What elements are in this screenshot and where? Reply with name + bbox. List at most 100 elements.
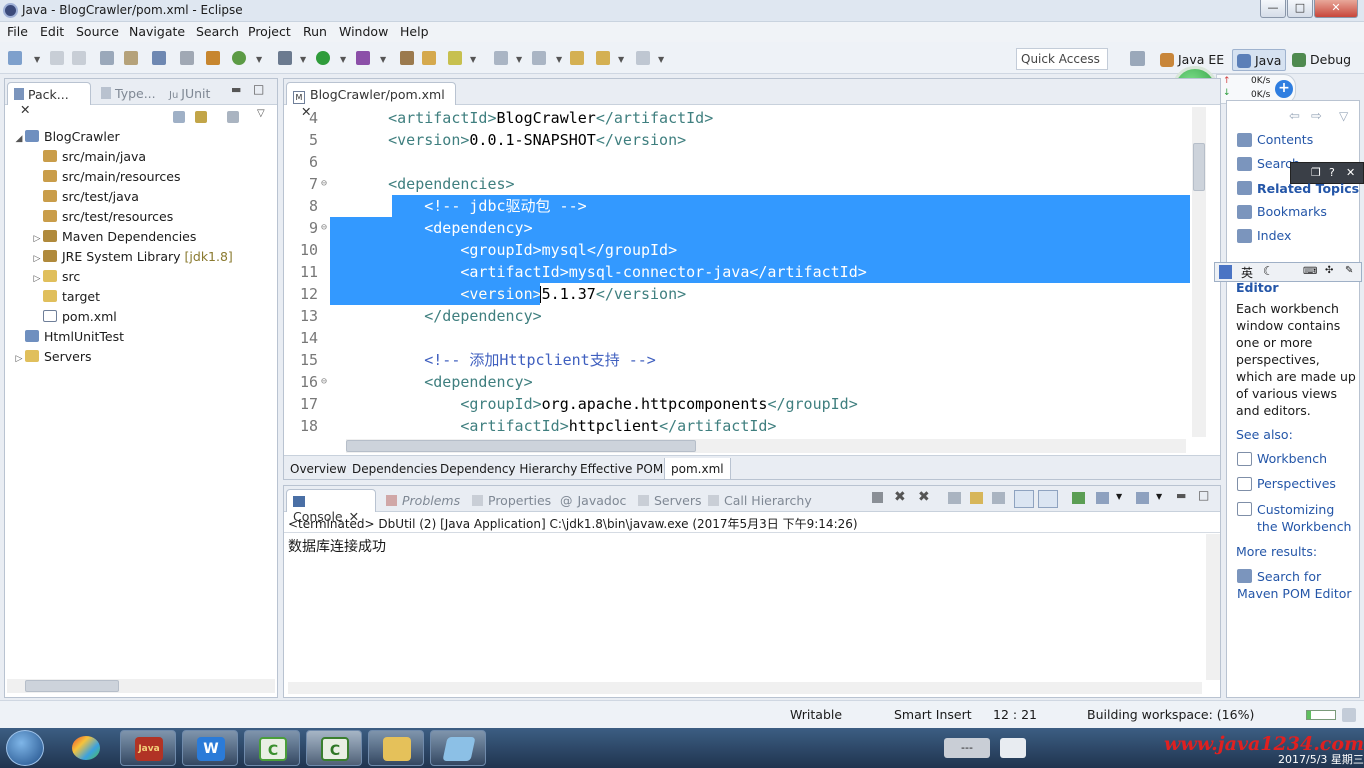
expanded-arrow-icon[interactable]: ◢ — [13, 129, 25, 149]
build-icon[interactable] — [206, 51, 220, 65]
code-line[interactable]: 12 <version>5.1.37</version> <version> — [288, 283, 1192, 305]
collapsed-arrow-icon[interactable]: ▷ — [31, 249, 43, 269]
chevron-down-icon[interactable]: ▼ — [618, 55, 624, 64]
quick-access-input[interactable]: Quick Access — [1016, 48, 1108, 70]
code-line[interactable]: 10 <groupId>mysql</groupId> — [288, 239, 1192, 261]
back-arrow-icon[interactable]: ⇦ — [1289, 109, 1300, 124]
taskbar-item-notes[interactable] — [430, 730, 486, 766]
save-all-icon[interactable] — [72, 51, 86, 65]
settings-icon[interactable]: ✣ — [1325, 265, 1333, 276]
console-output[interactable]: 数据库连接成功 — [288, 536, 386, 556]
help-link-bookmarks[interactable]: Bookmarks — [1257, 204, 1327, 219]
help-link-customizing-workbench[interactable]: Customizing the Workbench — [1257, 501, 1355, 535]
tab-javadoc[interactable]: @ Javadoc — [554, 489, 632, 512]
open-perspective-icon[interactable] — [1130, 51, 1145, 66]
plus-icon[interactable]: + — [1275, 80, 1293, 98]
chevron-down-icon[interactable]: ▼ — [340, 55, 346, 64]
ime-language[interactable]: 英 — [1241, 264, 1253, 281]
help-link-workbench[interactable]: Workbench — [1257, 451, 1327, 466]
scroll-lock-icon[interactable] — [970, 492, 983, 504]
close-button[interactable]: ✕ — [1314, 0, 1358, 18]
chevron-down-icon[interactable]: ▼ — [300, 55, 306, 64]
show-on-stderr-icon[interactable] — [1038, 490, 1058, 508]
menu-navigate[interactable]: Navigate — [129, 24, 185, 39]
scrollbar-thumb[interactable] — [1193, 143, 1205, 191]
editor-vertical-scrollbar[interactable] — [1192, 107, 1206, 437]
help-link-contents[interactable]: Contents — [1257, 132, 1313, 147]
tree-item-blogcrawler[interactable]: ◢ BlogCrawler — [13, 127, 120, 147]
tab-dependencies[interactable]: Dependencies — [346, 458, 443, 480]
taskbar-item-java-ee[interactable]: Java — [120, 730, 176, 766]
tree-item-servers[interactable]: ▷ Servers — [13, 347, 92, 367]
fold-toggle-icon[interactable]: ⊖ — [321, 173, 327, 195]
maximize-view-icon[interactable]: □ — [1198, 488, 1209, 502]
console-toggle-icon[interactable] — [152, 51, 166, 65]
word-wrap-icon[interactable] — [992, 492, 1005, 504]
menu-help[interactable]: Help — [400, 24, 429, 39]
scrollbar-thumb[interactable] — [25, 680, 119, 692]
help-link-search-maven[interactable]: Search for Maven POM Editor — [1237, 568, 1357, 602]
tray-icon[interactable] — [1000, 738, 1026, 758]
collapsed-arrow-icon[interactable]: ▷ — [31, 229, 43, 249]
terminate-icon[interactable] — [872, 492, 883, 503]
code-line[interactable]: 15 <!-- 添加Httpclient支持 --> — [288, 349, 1192, 371]
run-icon[interactable] — [316, 51, 330, 65]
help-icon[interactable]: ? — [1329, 166, 1335, 179]
tab-type-hierarchy[interactable]: Type... — [95, 82, 162, 105]
perspective-java[interactable]: Java — [1232, 49, 1287, 71]
collapsed-arrow-icon[interactable]: ▷ — [13, 349, 25, 369]
tab-pom-xml[interactable]: M BlogCrawler/pom.xml ✕ — [286, 82, 456, 119]
forward-arrow-icon[interactable]: ⇨ — [1311, 109, 1322, 124]
menu-file[interactable]: File — [7, 24, 28, 39]
tab-properties[interactable]: Properties — [466, 489, 557, 512]
console-horizontal-scrollbar[interactable] — [288, 682, 1202, 694]
tab-overview[interactable]: Overview — [284, 458, 353, 480]
chevron-down-icon[interactable]: ▼ — [380, 55, 386, 64]
tree-item-src-test-java[interactable]: src/test/java — [31, 187, 139, 207]
code-line[interactable]: 4 <artifactId>BlogCrawler</artifactId> — [288, 107, 1192, 129]
restore-icon[interactable]: ❐ — [1311, 166, 1321, 179]
chevron-down-icon[interactable]: ▼ — [516, 55, 522, 64]
properties-icon[interactable] — [124, 51, 138, 65]
code-line[interactable]: 18 <artifactId>httpclient</artifactId> — [288, 415, 1192, 437]
scrollbar-thumb[interactable] — [346, 440, 696, 452]
tab-servers[interactable]: Servers — [632, 489, 708, 512]
fold-toggle-icon[interactable]: ⊖ — [321, 217, 327, 239]
help-link-perspectives[interactable]: Perspectives — [1257, 476, 1336, 491]
code-area[interactable]: 4 <artifactId>BlogCrawler</artifactId> 5 … — [288, 107, 1192, 437]
new-icon[interactable] — [8, 51, 22, 65]
menu-source[interactable]: Source — [76, 24, 119, 39]
tab-pom-xml-source[interactable]: pom.xml — [664, 458, 731, 480]
tab-junit[interactable]: Ju JUnit — [163, 82, 216, 105]
tree-item-src-test-resources[interactable]: src/test/resources — [31, 207, 173, 227]
code-line[interactable]: 8 <!-- jdbc驱动包 --> — [288, 195, 1192, 217]
tree-item-pom-xml[interactable]: pom.xml — [31, 307, 117, 327]
taskbar-item-explorer[interactable] — [368, 730, 424, 766]
code-line[interactable]: 17 <groupId>org.apache.httpcomponents</g… — [288, 393, 1192, 415]
help-link-index[interactable]: Index — [1257, 228, 1291, 243]
menu-run[interactable]: Run — [303, 24, 327, 39]
tree-item-src-main-resources[interactable]: src/main/resources — [31, 167, 180, 187]
debug-icon[interactable] — [278, 51, 292, 65]
refresh-icon[interactable] — [232, 51, 246, 65]
fold-toggle-icon[interactable]: ⊖ — [321, 371, 327, 393]
taskbar-item-word[interactable]: W — [182, 730, 238, 766]
last-edit-icon[interactable] — [570, 51, 584, 65]
tree-item-src-main-java[interactable]: src/main/java — [31, 147, 146, 167]
moon-icon[interactable]: ☾ — [1263, 264, 1274, 278]
focus-icon[interactable] — [227, 111, 239, 123]
close-icon[interactable]: ✕ — [20, 102, 30, 117]
taskbar-item-camtasia-2[interactable]: C — [306, 730, 362, 766]
menu-edit[interactable]: Edit — [40, 24, 64, 39]
tab-effective-pom[interactable]: Effective POM — [574, 458, 669, 480]
save-icon[interactable] — [50, 51, 64, 65]
chevron-down-icon[interactable]: ▼ — [256, 55, 262, 64]
tree-item-jre-system-library[interactable]: ▷ JRE System Library [jdk1.8] — [31, 247, 233, 267]
print-icon[interactable] — [100, 51, 114, 65]
tab-dependency-hierarchy[interactable]: Dependency Hierarchy — [434, 458, 583, 480]
show-on-stdout-icon[interactable] — [1014, 490, 1034, 508]
start-button[interactable] — [6, 730, 44, 766]
code-line[interactable]: 7 ⊖ <dependencies> — [288, 173, 1192, 195]
tree-item-target[interactable]: target — [31, 287, 100, 307]
menu-window[interactable]: Window — [339, 24, 388, 39]
